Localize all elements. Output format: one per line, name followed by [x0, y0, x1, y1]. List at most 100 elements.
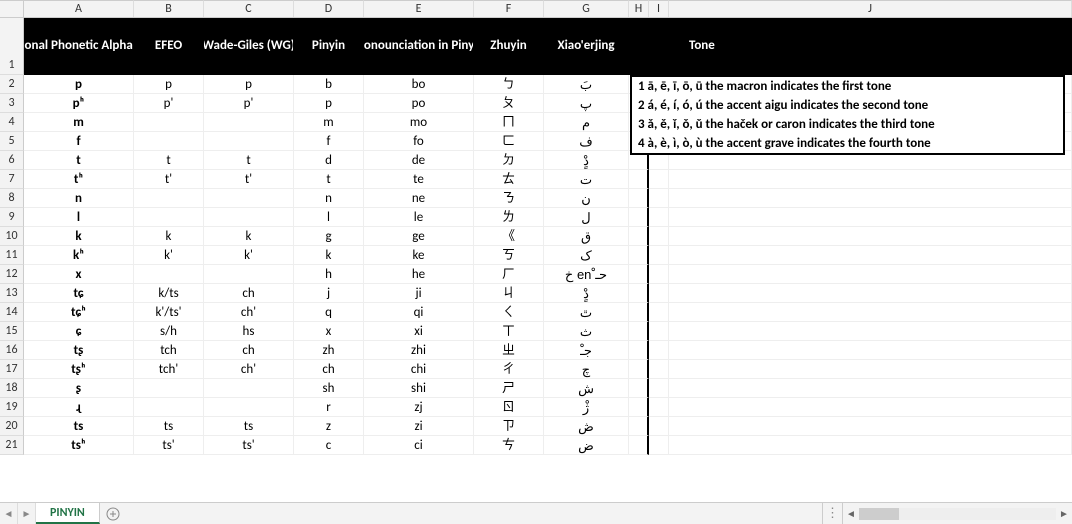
- cell[interactable]: ㄉ: [474, 151, 544, 170]
- row-number[interactable]: 15: [0, 322, 24, 341]
- header-ipa[interactable]: International Phonetic Alphabet (IPA): [24, 18, 134, 75]
- row-number[interactable]: 11: [0, 246, 24, 265]
- cell[interactable]: [669, 360, 1072, 379]
- cell[interactable]: [669, 246, 1072, 265]
- cell[interactable]: x: [24, 265, 134, 284]
- cell[interactable]: j: [294, 284, 364, 303]
- cell[interactable]: ㄆ: [474, 94, 544, 113]
- cell[interactable]: ch': [204, 303, 294, 322]
- cell[interactable]: [204, 265, 294, 284]
- cell[interactable]: ت: [544, 170, 629, 189]
- cell[interactable]: م: [544, 113, 629, 132]
- cell[interactable]: p': [134, 94, 204, 113]
- cell[interactable]: [629, 284, 649, 303]
- row-number[interactable]: 13: [0, 284, 24, 303]
- row-number[interactable]: 10: [0, 227, 24, 246]
- cell[interactable]: tch': [134, 360, 204, 379]
- col-letter-G[interactable]: G: [544, 0, 629, 17]
- cell[interactable]: [629, 436, 649, 455]
- cell[interactable]: ق: [544, 227, 629, 246]
- cell[interactable]: چ: [544, 360, 629, 379]
- cell[interactable]: [669, 208, 1072, 227]
- cell[interactable]: ch: [294, 360, 364, 379]
- cell[interactable]: [649, 341, 669, 360]
- cell[interactable]: ن: [544, 189, 629, 208]
- cell[interactable]: zh: [294, 341, 364, 360]
- cell[interactable]: [649, 170, 669, 189]
- cell[interactable]: [629, 417, 649, 436]
- cell[interactable]: ɻ: [24, 398, 134, 417]
- cell[interactable]: t: [24, 151, 134, 170]
- col-letter-F[interactable]: F: [474, 0, 544, 17]
- cell[interactable]: [669, 265, 1072, 284]
- cell[interactable]: ch': [204, 360, 294, 379]
- cell[interactable]: ث: [544, 322, 629, 341]
- cell[interactable]: ل: [544, 208, 629, 227]
- cell[interactable]: k: [24, 227, 134, 246]
- row-number[interactable]: 19: [0, 398, 24, 417]
- cell[interactable]: t': [134, 170, 204, 189]
- cell[interactable]: m: [294, 113, 364, 132]
- cell[interactable]: [649, 322, 669, 341]
- cell[interactable]: tɕʰ: [24, 303, 134, 322]
- cell[interactable]: g: [294, 227, 364, 246]
- cell[interactable]: xi: [364, 322, 474, 341]
- cell[interactable]: [649, 303, 669, 322]
- cell[interactable]: ㄈ: [474, 132, 544, 151]
- cell[interactable]: k: [134, 227, 204, 246]
- cell[interactable]: [669, 436, 1072, 455]
- cell[interactable]: [669, 227, 1072, 246]
- cell[interactable]: ㄐ: [474, 284, 544, 303]
- cell[interactable]: ts': [134, 436, 204, 455]
- cell[interactable]: he: [364, 265, 474, 284]
- row-number[interactable]: 2: [0, 75, 24, 94]
- cell[interactable]: [649, 436, 669, 455]
- cell[interactable]: [629, 189, 649, 208]
- cell[interactable]: f: [294, 132, 364, 151]
- cell[interactable]: p': [204, 94, 294, 113]
- cell[interactable]: [134, 113, 204, 132]
- col-letter-I[interactable]: I: [649, 0, 669, 17]
- tabs-options-button[interactable]: ⋮: [822, 503, 842, 524]
- sheet-tab-pinyin[interactable]: PINYIN: [36, 503, 100, 524]
- row-number[interactable]: 18: [0, 379, 24, 398]
- cell[interactable]: [669, 379, 1072, 398]
- cell[interactable]: جـْ: [544, 341, 629, 360]
- row-number[interactable]: 9: [0, 208, 24, 227]
- cell[interactable]: ک: [544, 246, 629, 265]
- cell[interactable]: ge: [364, 227, 474, 246]
- cell[interactable]: ٿ: [544, 303, 629, 322]
- header-tone[interactable]: Tone: [669, 18, 1072, 75]
- cell[interactable]: ㄒ: [474, 322, 544, 341]
- cell[interactable]: [629, 208, 649, 227]
- cell[interactable]: ㄎ: [474, 246, 544, 265]
- cell[interactable]: ㄓ: [474, 341, 544, 360]
- row-number[interactable]: 6: [0, 151, 24, 170]
- cell[interactable]: ne: [364, 189, 474, 208]
- cell[interactable]: l: [294, 208, 364, 227]
- cell[interactable]: [649, 246, 669, 265]
- cell[interactable]: t: [204, 151, 294, 170]
- cell[interactable]: p: [134, 75, 204, 94]
- cell[interactable]: kʰ: [24, 246, 134, 265]
- cell[interactable]: [629, 341, 649, 360]
- cell[interactable]: [649, 379, 669, 398]
- cell[interactable]: [649, 417, 669, 436]
- scroll-left-button[interactable]: ◄: [843, 507, 859, 520]
- col-letter-B[interactable]: B: [134, 0, 204, 17]
- cell[interactable]: ci: [364, 436, 474, 455]
- col-letter-J[interactable]: J: [669, 0, 1072, 17]
- cell[interactable]: [669, 303, 1072, 322]
- cell[interactable]: x: [294, 322, 364, 341]
- header-I[interactable]: [649, 18, 669, 75]
- cell[interactable]: t: [134, 151, 204, 170]
- cell[interactable]: k/ts: [134, 284, 204, 303]
- cell[interactable]: ㄇ: [474, 113, 544, 132]
- cell[interactable]: tʂ: [24, 341, 134, 360]
- cell[interactable]: [649, 208, 669, 227]
- tab-prev-button[interactable]: ◄: [0, 503, 18, 524]
- cell[interactable]: ㄑ: [474, 303, 544, 322]
- row-number[interactable]: 14: [0, 303, 24, 322]
- cell[interactable]: s/h: [134, 322, 204, 341]
- cell[interactable]: d: [294, 151, 364, 170]
